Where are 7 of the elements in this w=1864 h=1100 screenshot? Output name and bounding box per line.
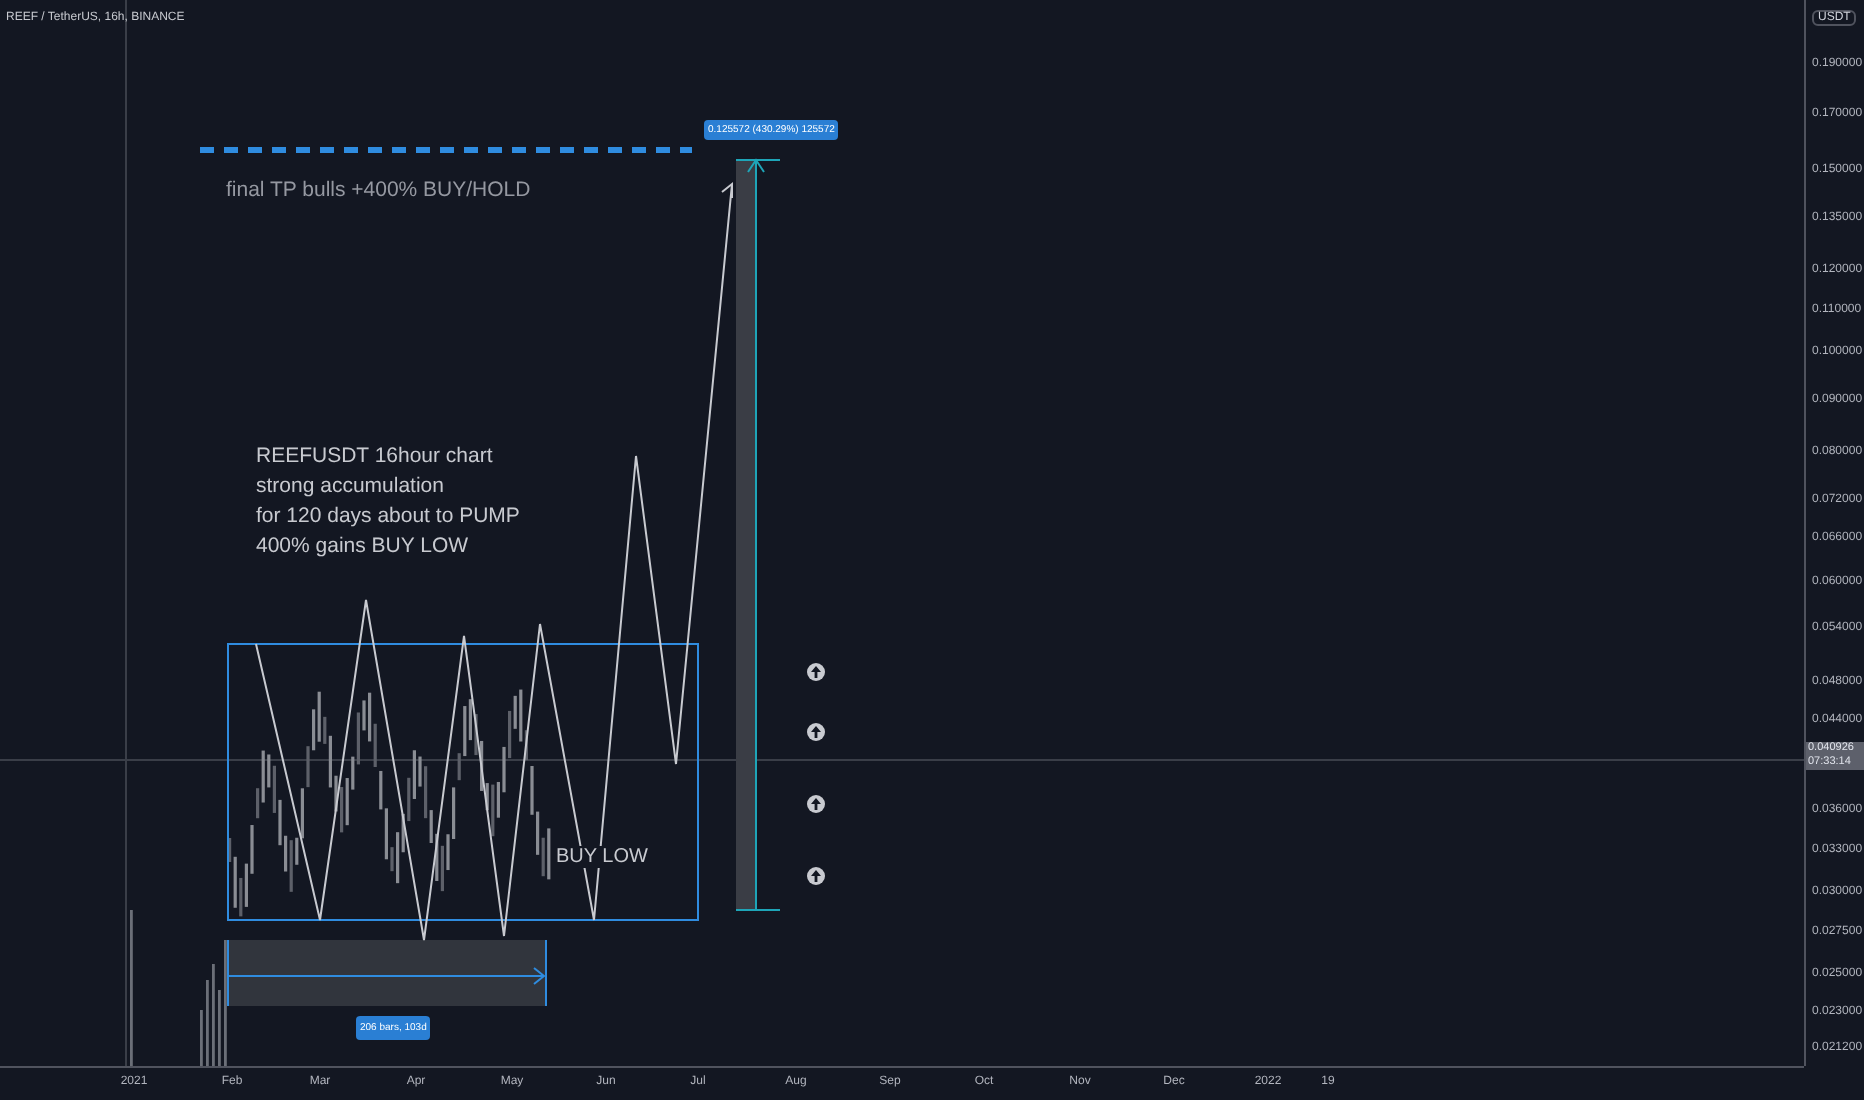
arrow-up-icon: [807, 723, 825, 741]
chart-note: REEFUSDT 16hour chart strong accumulation for 120 days about to PUMP 400% gains BUY LOW: [256, 442, 520, 562]
target-note: final TP bulls +400% BUY/HOLD: [226, 178, 531, 202]
buy-low-note: BUY LOW: [554, 846, 650, 868]
arrow-up-icon: [807, 867, 825, 885]
arrow-up-icon: [807, 663, 825, 681]
arrow-up-icon: [807, 795, 825, 813]
